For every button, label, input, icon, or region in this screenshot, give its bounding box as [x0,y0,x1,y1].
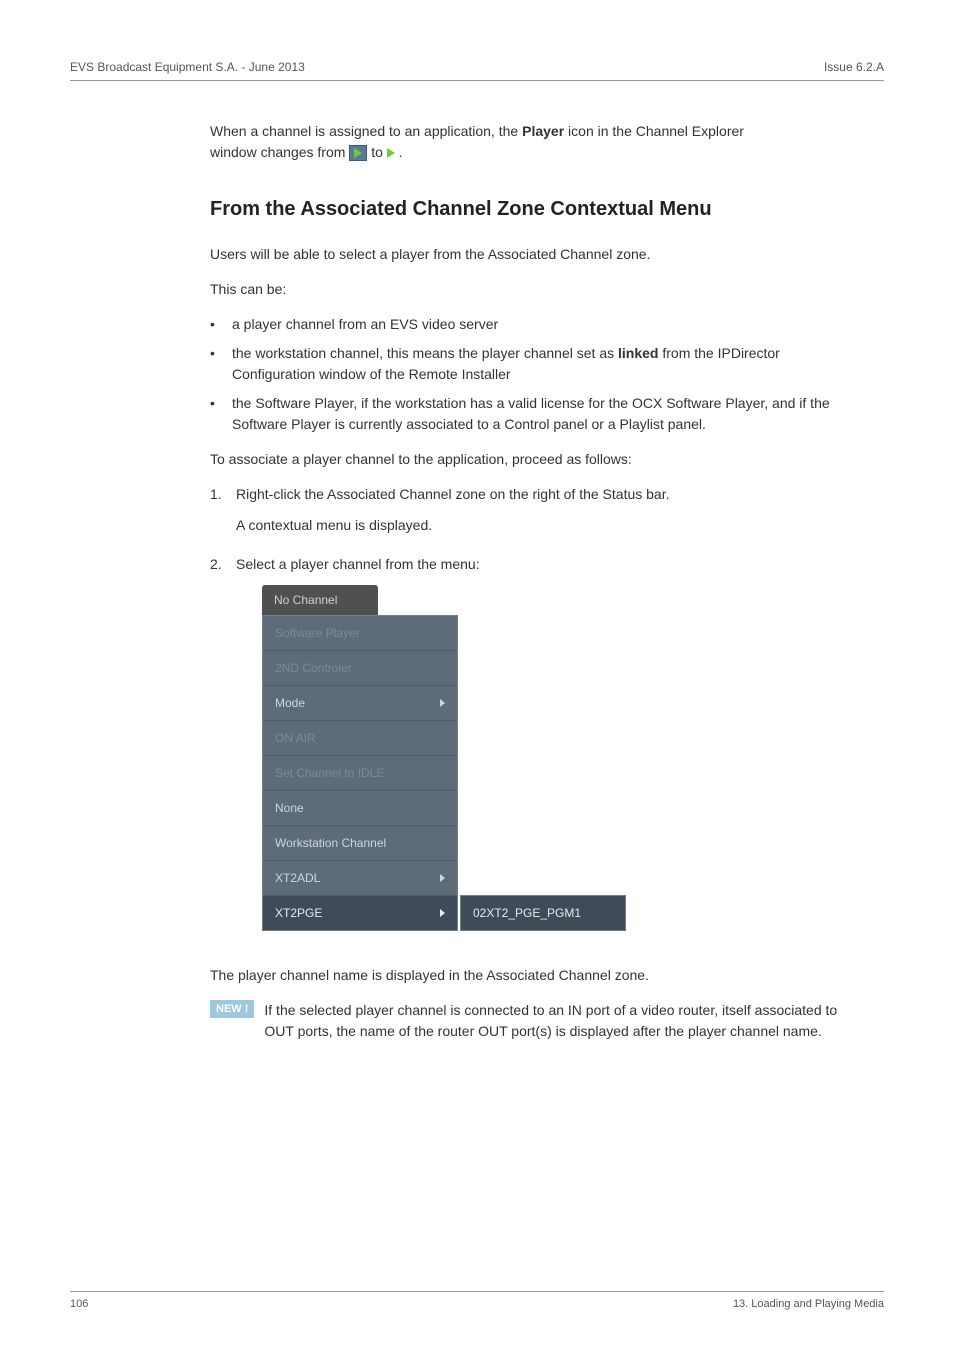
footer-page-number: 106 [70,1298,88,1310]
bullet-marker: • [210,314,232,335]
menu-item-label: Mode [275,694,305,712]
submenu-item-label: 02XT2_PGE_PGM1 [473,904,581,922]
intro-player-word: Player [522,123,564,139]
player-icon-plain [387,143,395,164]
bullet-item: • the workstation channel, this means th… [210,343,840,385]
context-submenu: 02XT2_PGE_PGM1 [460,895,626,931]
section-heading: From the Associated Channel Zone Context… [210,194,840,224]
bullet-item: • a player channel from an EVS video ser… [210,314,840,335]
step-number: 2. [210,554,236,957]
submenu-item[interactable]: 02XT2_PGE_PGM1 [461,896,625,930]
header-left: EVS Broadcast Equipment S.A. - June 2013 [70,60,305,74]
menu-item-label: 2ND Controler [275,659,352,677]
intro-text: When a channel is assigned to an applica… [210,123,522,139]
bullet-text: the workstation channel, this means the … [232,343,840,385]
menu-item: Set Channel to IDLE [263,756,457,791]
intro-text-3: window changes from [210,144,349,160]
paragraph-1: Users will be able to select a player fr… [210,244,840,265]
new-note-row: NEW ! If the selected player channel is … [210,1000,850,1042]
menu-item: 2ND Controler [263,651,457,686]
new-note-text: If the selected player channel is connec… [264,1000,850,1042]
bullet-text: the Software Player, if the workstation … [232,393,840,435]
intro-text-5: . [399,144,403,160]
intro-text-4: to [371,144,387,160]
step-text: A contextual menu is displayed. [236,515,840,536]
menu-item[interactable]: XT2PGE [263,896,457,930]
menu-item: ON AIR [263,721,457,756]
menu-item-label: Workstation Channel [275,834,386,852]
menu-item[interactable]: Mode [263,686,457,721]
step-1: 1. Right-click the Associated Channel zo… [210,484,840,546]
bullet-item: • the Software Player, if the workstatio… [210,393,840,435]
paragraph-2: This can be: [210,279,840,300]
bullet-text-part: the workstation channel, this means the … [232,345,618,361]
paragraph-after-menu: The player channel name is displayed in … [210,965,840,986]
chevron-right-icon [440,909,445,917]
bullet-text: a player channel from an EVS video serve… [232,314,840,335]
menu-item: Software Player [263,616,457,651]
menu-no-channel-header: No Channel [262,585,378,615]
menu-item-label: Set Channel to IDLE [275,764,384,782]
menu-item[interactable]: XT2ADL [263,861,457,896]
chevron-right-icon [440,874,445,882]
menu-item-label: XT2PGE [275,904,322,922]
menu-item[interactable]: Workstation Channel [263,826,457,861]
header-right: Issue 6.2.A [824,60,884,74]
menu-item[interactable]: None [263,791,457,826]
bullet-marker: • [210,343,232,385]
step-text: Right-click the Associated Channel zone … [236,484,840,505]
chevron-right-icon [440,699,445,707]
menu-item-label: None [275,799,304,817]
play-triangle-icon [354,148,362,158]
intro-paragraph: When a channel is assigned to an applica… [210,121,840,164]
player-icon-framed [349,145,367,161]
paragraph-3: To associate a player channel to the app… [210,449,840,470]
new-badge: NEW ! [210,1000,254,1018]
context-menu: Software Player 2ND Controler Mode ON AIR Se… [262,615,458,931]
step-number: 1. [210,484,236,546]
intro-text-2: icon in the Channel Explorer [564,123,744,139]
context-menu-screenshot: No Channel Software Player 2ND Controler M… [262,585,742,931]
footer-chapter: 13. Loading and Playing Media [733,1298,884,1310]
menu-item-label: Software Player [275,624,360,642]
bullet-marker: • [210,393,232,435]
play-triangle-icon [387,148,395,158]
menu-item-label: XT2ADL [275,869,320,887]
step-2: 2. Select a player channel from the menu… [210,554,840,957]
bullet-list: • a player channel from an EVS video ser… [210,314,840,435]
bullet-text-strong: linked [618,345,658,361]
step-text: Select a player channel from the menu: [236,554,840,575]
menu-item-label: ON AIR [275,729,316,747]
